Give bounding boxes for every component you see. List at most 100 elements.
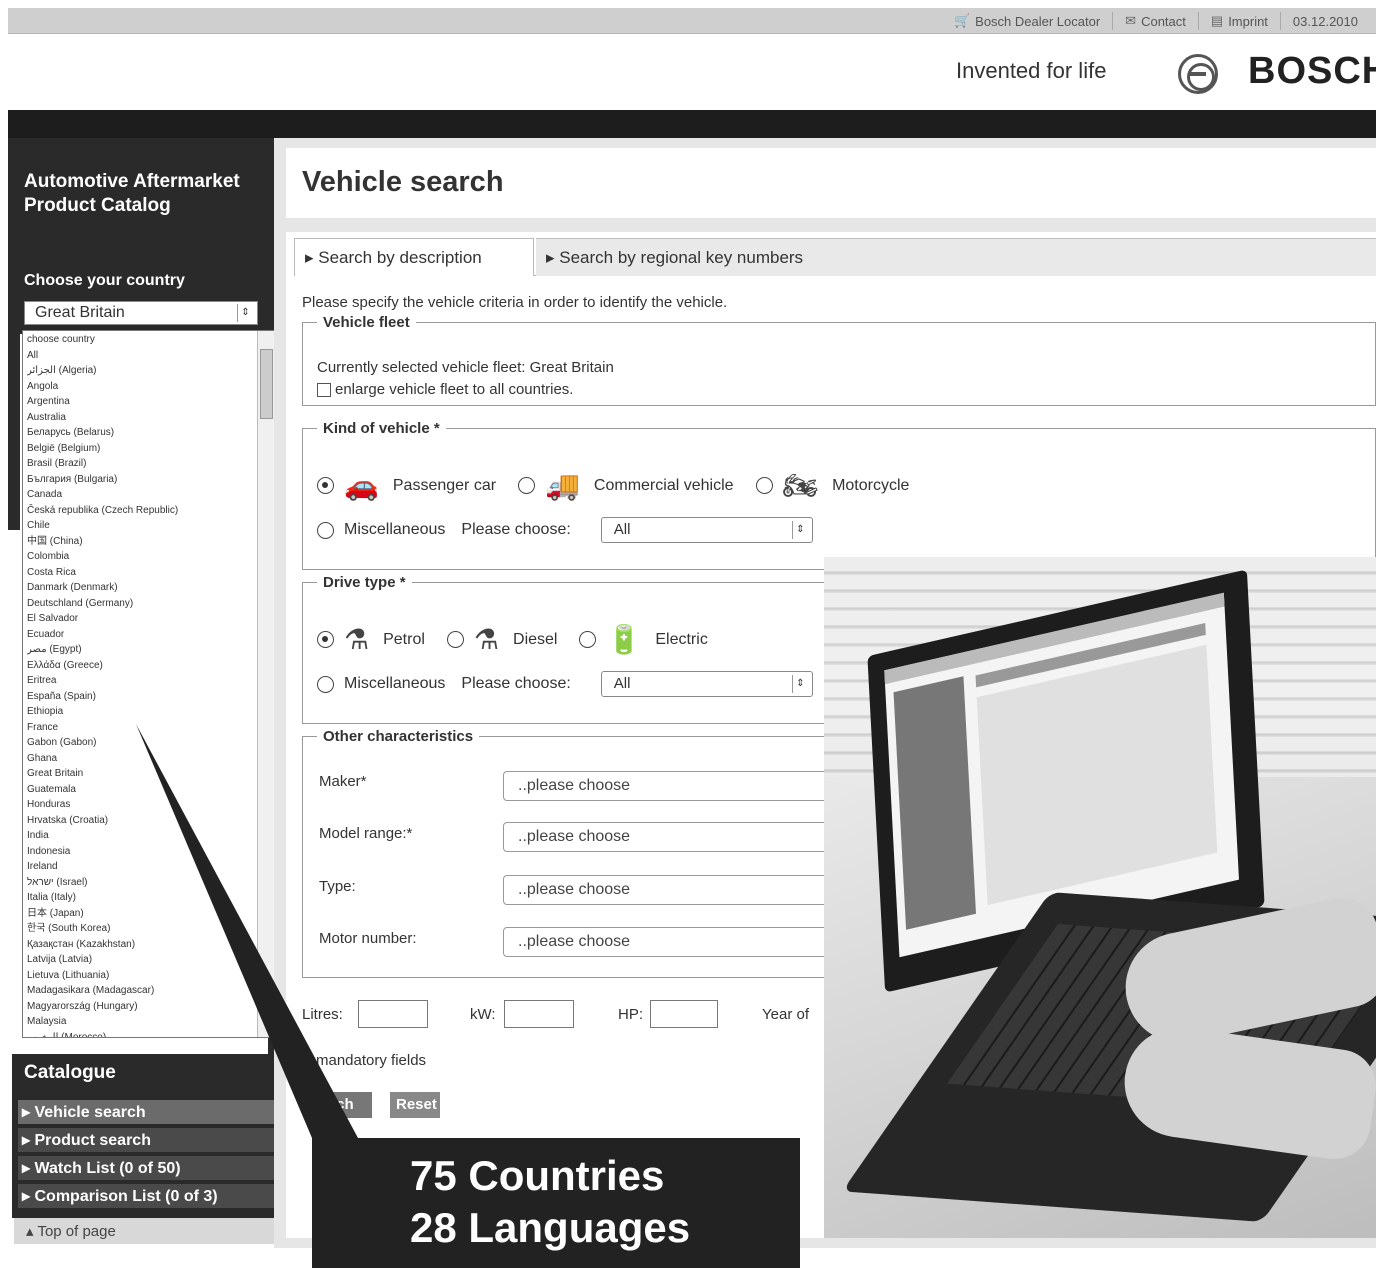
vehicle-fleet-legend: Vehicle fleet	[323, 314, 410, 331]
radio-petrol[interactable]	[317, 631, 334, 648]
country-option[interactable]: Lietuva (Lithuania)	[27, 968, 253, 984]
country-option[interactable]: Madagasikara (Madagascar)	[27, 983, 253, 999]
country-option[interactable]: France	[27, 720, 253, 736]
country-option[interactable]: Brasil (Brazil)	[27, 456, 253, 472]
kw-input[interactable]	[504, 1000, 574, 1028]
country-option[interactable]: Canada	[27, 487, 253, 503]
radio-drive-misc[interactable]	[317, 675, 334, 693]
radio-electric[interactable]	[579, 631, 597, 648]
hp-input[interactable]	[650, 1000, 718, 1028]
country-option[interactable]: El Salvador	[27, 611, 253, 627]
country-option[interactable]: België (Belgium)	[27, 441, 253, 457]
tab-search-by-regional-key[interactable]: ▸ Search by regional key numbers	[536, 238, 1376, 276]
radio-motorcycle[interactable]	[755, 477, 773, 494]
current-fleet-text: Currently selected vehicle fleet: Great …	[317, 359, 614, 376]
country-option[interactable]: choose country	[27, 332, 253, 348]
motorcycle-label: Motorcycle	[832, 476, 910, 494]
dealer-locator-link[interactable]: 🛒 Bosch Dealer Locator	[942, 12, 1112, 30]
country-option[interactable]: Italia (Italy)	[27, 890, 253, 906]
country-option[interactable]: Беларусь (Belarus)	[27, 425, 253, 441]
country-option[interactable]: Argentina	[27, 394, 253, 410]
catalogue-item-watch-list[interactable]: ▸ Watch List (0 of 50)	[18, 1156, 274, 1180]
country-options: choose country All الجزائر (Algeria) Angola…	[27, 332, 253, 1038]
country-option[interactable]: Great Britain	[27, 766, 253, 782]
catalogue-item-product-search[interactable]: ▸ Product search	[18, 1128, 274, 1152]
country-option[interactable]: Angola	[27, 379, 253, 395]
cart-icon: 🛒	[953, 13, 971, 28]
kind-of-vehicle-legend: Kind of vehicle *	[323, 420, 440, 437]
country-option[interactable]: Costa Rica	[27, 565, 253, 581]
drive-misc-select[interactable]: All ⇕	[600, 671, 813, 697]
dealer-locator-label: Bosch Dealer Locator	[975, 13, 1101, 29]
country-option[interactable]: Australia	[27, 410, 253, 426]
country-dropdown-list[interactable]: choose country All الجزائر (Algeria) Angola…	[22, 330, 276, 1038]
hp-label: HP:	[618, 1006, 644, 1023]
country-option[interactable]: Eritrea	[27, 673, 253, 689]
country-option[interactable]: Ελλάδα (Greece)	[27, 658, 253, 674]
country-option[interactable]: Colombia	[27, 549, 253, 565]
country-option[interactable]: Ghana	[27, 751, 253, 767]
callout-line-1: 75 Countries	[410, 1152, 665, 1199]
top-of-page-link[interactable]: ▴ Top of page	[14, 1218, 280, 1244]
catalogue-item-label: Vehicle search	[34, 1104, 146, 1121]
country-option[interactable]: Hrvatska (Croatia)	[27, 813, 253, 829]
country-list-scrollbar[interactable]	[257, 331, 275, 1037]
country-option[interactable]: Guatemala	[27, 782, 253, 798]
search-button[interactable]: arch	[316, 1092, 372, 1118]
catalogue-title: Catalogue	[24, 1062, 116, 1083]
litres-input[interactable]	[358, 1000, 428, 1028]
country-option[interactable]: India	[27, 828, 253, 844]
country-option[interactable]: Gabon (Gabon)	[27, 735, 253, 751]
contact-label: Contact	[1141, 13, 1186, 29]
catalogue-item-comparison-list[interactable]: ▸ Comparison List (0 of 3)	[18, 1184, 274, 1208]
country-option[interactable]: مصر (Egypt)	[27, 642, 253, 658]
country-option[interactable]: الجزائر (Algeria)	[27, 363, 253, 379]
car-icon: 🚗	[344, 470, 379, 501]
country-option[interactable]: Česká republika (Czech Republic)	[27, 503, 253, 519]
country-option[interactable]: Ecuador	[27, 627, 253, 643]
tab-search-by-description[interactable]: ▸ Search by description	[294, 238, 534, 276]
country-option[interactable]: 日本 (Japan)	[27, 906, 253, 922]
select-arrows-icon: ⇕	[237, 304, 253, 322]
top-links: 🛒 Bosch Dealer Locator ✉ Contact ▤ Impri…	[942, 8, 1370, 34]
country-option[interactable]: Malaysia	[27, 1014, 253, 1030]
country-option[interactable]: Magyarország (Hungary)	[27, 999, 253, 1015]
country-option[interactable]: Latvija (Latvia)	[27, 952, 253, 968]
radio-commercial-vehicle[interactable]	[518, 477, 536, 494]
radio-diesel[interactable]	[446, 631, 464, 648]
country-select[interactable]: Great Britain ⇕	[24, 301, 258, 325]
catalogue-item-vehicle-search[interactable]: ▸ Vehicle search	[18, 1100, 274, 1124]
type-label: Type:	[319, 878, 356, 895]
country-option[interactable]: България (Bulgaria)	[27, 472, 253, 488]
diesel-label: Diesel	[513, 630, 558, 648]
top-of-page-label: Top of page	[37, 1223, 116, 1240]
enlarge-fleet-checkbox[interactable]	[317, 382, 331, 397]
country-option[interactable]: Danmark (Denmark)	[27, 580, 253, 596]
maker-label: Maker*	[319, 773, 367, 790]
country-option[interactable]: ישראל (Israel)	[27, 875, 253, 891]
reset-button[interactable]: Reset	[390, 1092, 440, 1118]
country-option[interactable]: Deutschland (Germany)	[27, 596, 253, 612]
brand-name[interactable]: BOSCH	[1248, 50, 1376, 93]
nav-band	[8, 110, 1376, 138]
radio-passenger-car[interactable]	[317, 477, 334, 494]
sidebar-title: Automotive Aftermarket Product Catalog	[24, 171, 240, 216]
scrollbar-thumb[interactable]	[260, 349, 273, 419]
country-option[interactable]: España (Spain)	[27, 689, 253, 705]
radio-vehicle-misc[interactable]	[317, 521, 334, 539]
country-option[interactable]: Қазақстан (Kazakhstan)	[27, 937, 253, 953]
bosch-logo-icon[interactable]	[1178, 54, 1218, 94]
country-option[interactable]: 한국 (South Korea)	[27, 921, 253, 937]
country-option[interactable]: Ethiopia	[27, 704, 253, 720]
country-option[interactable]: المغرب (Morocco)	[27, 1030, 253, 1038]
imprint-link[interactable]: ▤ Imprint	[1197, 12, 1280, 30]
country-option[interactable]: Indonesia	[27, 844, 253, 860]
petrol-label: Petrol	[383, 630, 425, 648]
country-option[interactable]: All	[27, 348, 253, 364]
contact-link[interactable]: ✉ Contact	[1112, 12, 1198, 30]
country-option[interactable]: 中国 (China)	[27, 534, 253, 550]
vehicle-misc-select[interactable]: All ⇕	[600, 517, 813, 543]
country-option[interactable]: Chile	[27, 518, 253, 534]
country-option[interactable]: Ireland	[27, 859, 253, 875]
country-option[interactable]: Honduras	[27, 797, 253, 813]
